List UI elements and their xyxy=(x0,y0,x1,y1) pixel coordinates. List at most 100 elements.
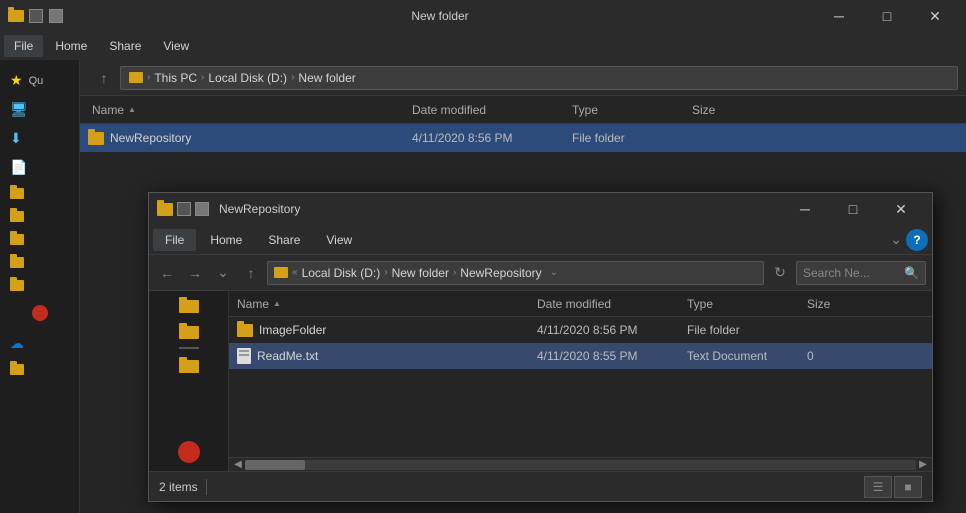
bg-path-this-pc[interactable]: This PC xyxy=(154,71,197,85)
scroll-right-btn[interactable]: ▶ xyxy=(916,458,930,472)
inner-path-drive[interactable]: Local Disk (D:) xyxy=(302,266,381,280)
inner-file-row-imagefolder[interactable]: ImageFolder 4/11/2020 8:56 PM File folde… xyxy=(229,317,932,343)
bg-folder-addr-icon xyxy=(129,72,143,83)
inner-help-btn[interactable]: ? xyxy=(906,229,928,251)
bg-path-sep-2: › xyxy=(201,72,204,83)
sidebar-item-g1[interactable] xyxy=(4,207,75,226)
monitor-icon: 🖥 xyxy=(10,101,28,118)
inner-forward-btn[interactable]: → xyxy=(183,261,207,285)
inner-filename-imagefolder: ImageFolder xyxy=(259,323,326,337)
inner-search-box[interactable]: Search Ne... 🔍 xyxy=(796,261,926,285)
bg-menu-file[interactable]: File xyxy=(4,35,43,57)
inner-file-list: ImageFolder 4/11/2020 8:56 PM File folde… xyxy=(229,317,932,457)
view-details-btn[interactable]: ☰ xyxy=(864,476,892,498)
search-icon: 🔍 xyxy=(904,266,919,280)
bg-col-name-header[interactable]: Name ▲ xyxy=(84,103,404,117)
bg-title-bar: New folder ─ □ ✕ xyxy=(0,0,966,32)
inner-minimize-btn[interactable]: ─ xyxy=(782,193,828,225)
inner-menu-right: ⌄ ? xyxy=(890,229,928,251)
inner-title-bar: NewRepository ─ □ ✕ xyxy=(149,193,932,225)
view-tiles-btn[interactable]: ■ xyxy=(894,476,922,498)
inner-addr-dropdown[interactable]: ⌄ xyxy=(550,267,558,278)
bg-window-title: New folder xyxy=(70,9,810,23)
inner-menu-view[interactable]: View xyxy=(314,229,364,251)
inner-path-folder[interactable]: New folder xyxy=(392,266,449,280)
bg-type-newrepo: File folder xyxy=(564,131,684,145)
inner-sort-arrow: ▲ xyxy=(273,299,281,308)
inner-window-controls: ─ □ ✕ xyxy=(782,193,924,225)
inner-refresh-btn[interactable]: ↻ xyxy=(768,261,792,285)
inner-sidebar-folder3 xyxy=(179,357,199,373)
inner-col-name-header[interactable]: Name ▲ xyxy=(231,297,531,311)
inner-menu-file[interactable]: File xyxy=(153,229,196,251)
inner-sidebar-bottom xyxy=(151,439,226,465)
sidebar-item-d2[interactable]: ⬇ xyxy=(4,126,75,151)
bg-col-date-header[interactable]: Date modified xyxy=(404,103,564,117)
inner-col-date-header[interactable]: Date modified xyxy=(531,297,681,311)
inner-content-area: Name ▲ Date modified Type Size xyxy=(149,291,932,471)
inner-col-type-header[interactable]: Type xyxy=(681,297,801,311)
sidebar-item-n1[interactable] xyxy=(4,253,75,272)
inner-up-btn[interactable]: ↑ xyxy=(239,261,263,285)
inner-address-bar: ← → ⌄ ↑ « Local Disk (D:) › New folder ›… xyxy=(149,255,932,291)
inner-title-folder-icon xyxy=(157,203,173,216)
bg-maximize-btn[interactable]: □ xyxy=(864,0,910,32)
folder-icon-tab xyxy=(179,297,187,302)
sidebar-item-cr[interactable] xyxy=(4,299,75,327)
bg-minimize-btn[interactable]: ─ xyxy=(816,0,862,32)
sort-arrow-name: ▲ xyxy=(128,105,136,114)
inner-col-size-header[interactable]: Size xyxy=(801,297,851,311)
bg-title-icons xyxy=(8,8,64,24)
inner-title-save2-icon xyxy=(195,202,209,216)
cloud-icon: ☁ xyxy=(10,335,24,352)
bg-path-sep-3: › xyxy=(291,72,294,83)
inner-path-repo[interactable]: NewRepository xyxy=(460,266,541,280)
inner-file-row-readme[interactable]: ReadMe.txt 4/11/2020 8:55 PM Text Docume… xyxy=(229,343,932,369)
bg-col-type-header[interactable]: Type xyxy=(564,103,684,117)
bg-address-path[interactable]: › This PC › Local Disk (D:) › New folder xyxy=(120,66,958,90)
bg-window-controls: ─ □ ✕ xyxy=(816,0,958,32)
inner-file-name-imagefolder: ImageFolder xyxy=(231,323,531,337)
inner-back-btn[interactable]: ← xyxy=(155,261,179,285)
sidebar-item-d1[interactable]: 🖥 xyxy=(4,97,75,122)
bg-up-btn[interactable]: ↑ xyxy=(92,66,116,90)
inner-menu-dropdown-icon[interactable]: ⌄ xyxy=(890,231,902,248)
h-scrollbar-track[interactable] xyxy=(245,460,916,470)
red-circle-icon xyxy=(32,305,48,321)
inner-addr-sep3: › xyxy=(453,267,456,278)
bg-folder-icon-tb xyxy=(8,8,24,24)
inner-dropdown-btn[interactable]: ⌄ xyxy=(211,261,235,285)
inner-file-area: Name ▲ Date modified Type Size xyxy=(229,291,932,471)
inner-menu-share[interactable]: Share xyxy=(256,229,312,251)
inner-title-icons xyxy=(157,202,209,216)
folder-icon-g1 xyxy=(10,211,24,222)
inner-close-btn[interactable]: ✕ xyxy=(878,193,924,225)
sidebar-item-g2[interactable] xyxy=(4,230,75,249)
sidebar-item-or[interactable]: ☁ xyxy=(4,331,75,356)
bg-menu-view[interactable]: View xyxy=(153,35,199,57)
sidebar-item-p[interactable] xyxy=(4,184,75,203)
bg-close-btn[interactable]: ✕ xyxy=(912,0,958,32)
h-scrollbar-thumb[interactable] xyxy=(245,460,305,470)
bg-col-size-header[interactable]: Size xyxy=(684,103,764,117)
sidebar-item-doc[interactable]: 📄 xyxy=(4,155,75,180)
bg-path-drive[interactable]: Local Disk (D:) xyxy=(208,71,287,85)
scroll-left-btn[interactable]: ◀ xyxy=(231,458,245,472)
sidebar-item-n2[interactable] xyxy=(4,276,75,295)
inner-address-path[interactable]: « Local Disk (D:) › New folder › NewRepo… xyxy=(267,261,764,285)
bg-file-row-newrepo[interactable]: NewRepository 4/11/2020 8:56 PM File fol… xyxy=(80,124,966,152)
bg-menu-bar: File Home Share View xyxy=(0,32,966,60)
bg-menu-share[interactable]: Share xyxy=(99,35,151,57)
bg-menu-home[interactable]: Home xyxy=(45,35,97,57)
view-buttons: ☰ ■ xyxy=(864,476,922,498)
sidebar-item-a[interactable] xyxy=(4,360,75,379)
download-icon: ⬇ xyxy=(10,130,22,147)
inner-type-imagefolder: File folder xyxy=(681,323,801,337)
inner-maximize-btn[interactable]: □ xyxy=(830,193,876,225)
inner-window: NewRepository ─ □ ✕ File Home Share View… xyxy=(148,192,933,502)
bg-filename-label-newrepo: NewRepository xyxy=(110,131,191,145)
inner-menu-home[interactable]: Home xyxy=(198,229,254,251)
folder-icon-tab3 xyxy=(179,357,187,362)
inner-sidebar xyxy=(149,291,229,471)
bg-path-folder[interactable]: New folder xyxy=(298,71,355,85)
